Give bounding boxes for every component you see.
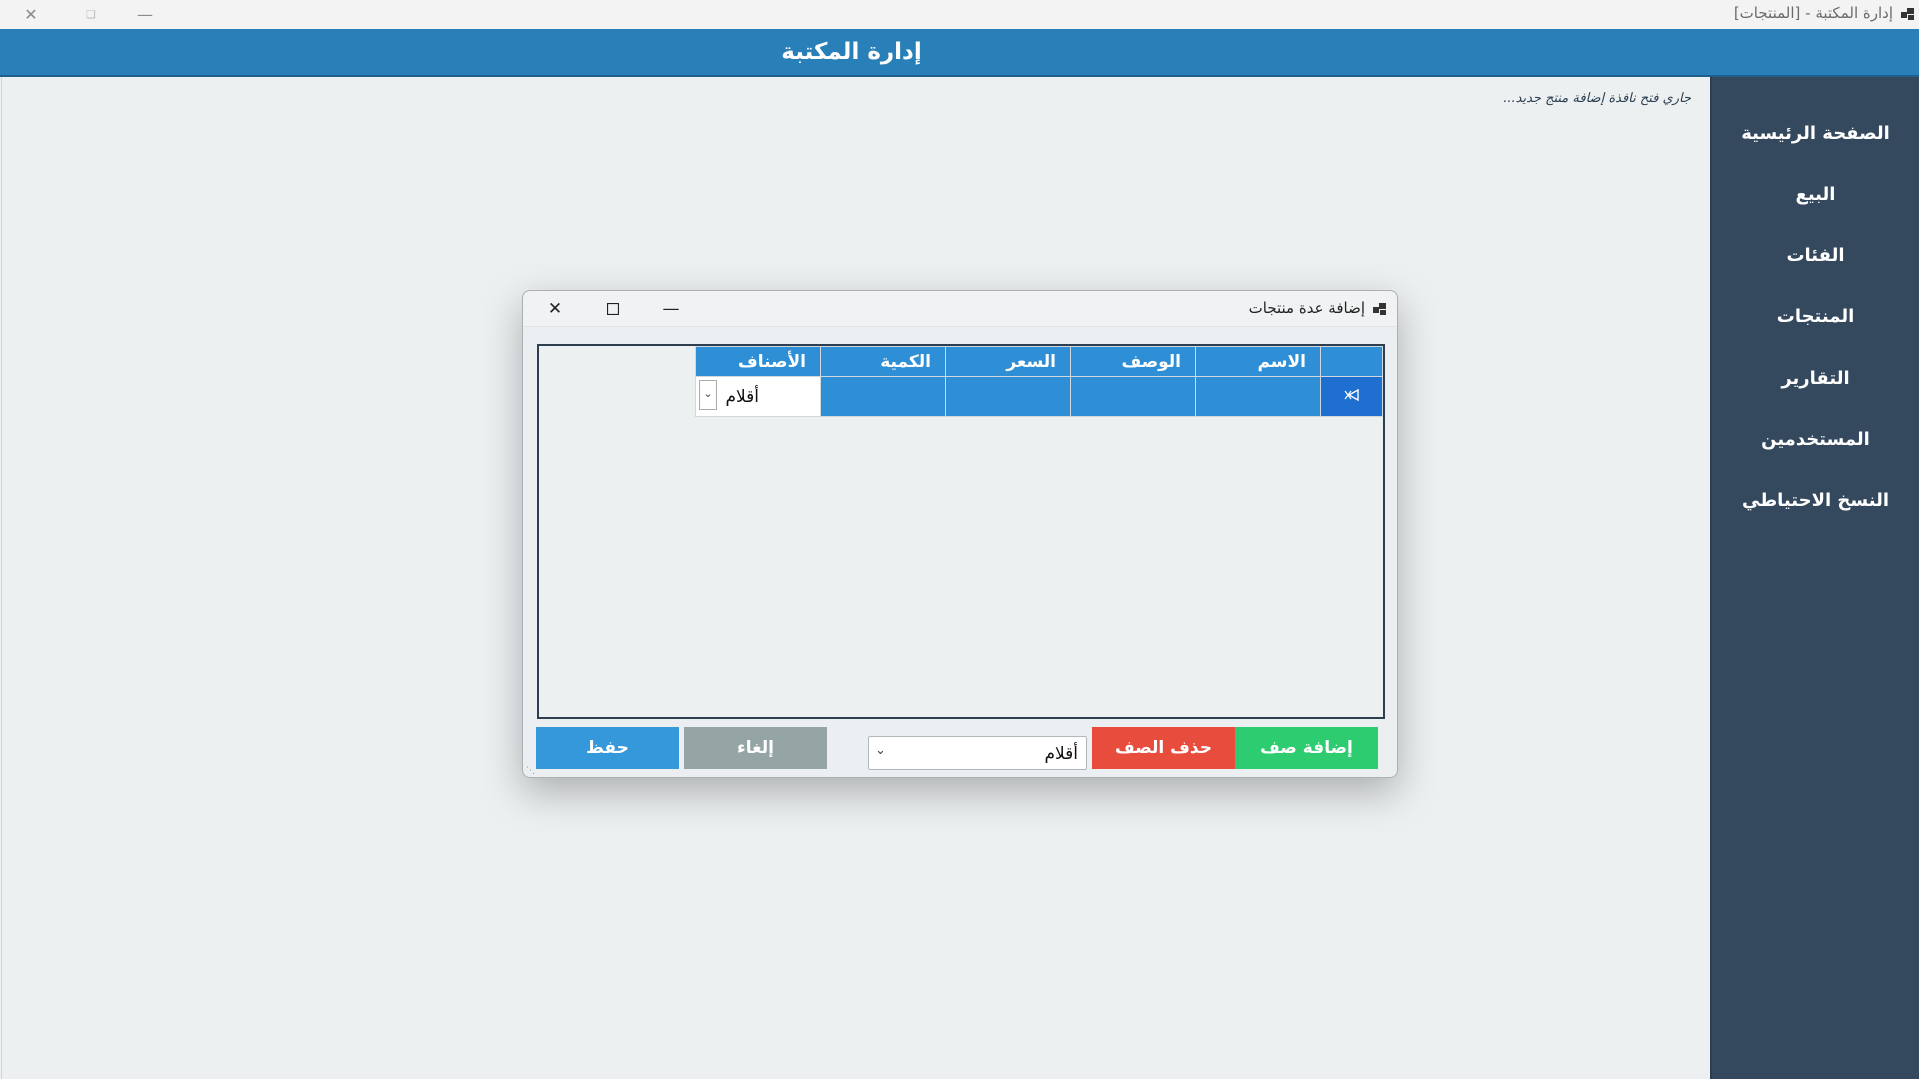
sidebar-item-reports[interactable]: التقارير — [1712, 359, 1919, 399]
category-cell-value: أقلام — [725, 387, 759, 407]
new-row-icon — [1344, 388, 1359, 401]
category-select[interactable]: ⌄ أقلام — [868, 736, 1087, 770]
app-header: إدارة المكتبة — [0, 29, 1919, 77]
window-title: إدارة المكتبة - [المنتجات] — [1733, 4, 1893, 22]
category-cell-dropdown[interactable]: ⌄ أقلام — [698, 379, 817, 415]
minimize-button[interactable]: — — [122, 0, 168, 29]
cell-description[interactable] — [1070, 376, 1196, 417]
dialog-maximize-button[interactable] — [590, 293, 636, 325]
close-icon: ✕ — [24, 5, 38, 24]
add-products-dialog: إضافة عدة منتجات — ✕ الأصناف الكمية السع… — [522, 290, 1398, 778]
sidebar-item-backup[interactable]: النسخ الاحتياطي — [1712, 481, 1919, 521]
app-icon — [1901, 8, 1914, 20]
status-text: جاري فتح نافذة إضافة منتج جديد... — [1503, 91, 1691, 106]
cell-category[interactable]: ⌄ أقلام — [695, 376, 821, 417]
header-title: إدارة المكتبة — [781, 39, 922, 65]
cell-quantity[interactable] — [820, 376, 946, 417]
restore-button[interactable]: ❏ — [68, 0, 114, 29]
products-table: الأصناف الكمية السعر الوصف الاسم ⌄ أقلام — [695, 346, 1383, 417]
table-row[interactable]: ⌄ أقلام — [695, 376, 1383, 417]
cell-name[interactable] — [1195, 376, 1321, 417]
maximize-icon — [607, 303, 619, 315]
delete-row-button[interactable]: حذف الصف — [1092, 727, 1235, 769]
chevron-down-icon: ⌄ — [875, 743, 886, 758]
row-header-new-row[interactable] — [1320, 376, 1383, 417]
sidebar-item-categories[interactable]: الفئات — [1712, 236, 1919, 276]
column-header-description[interactable]: الوصف — [1070, 346, 1196, 377]
column-header-category[interactable]: الأصناف — [695, 346, 821, 377]
category-select-value: أقلام — [1044, 744, 1078, 764]
dialog-titlebar: إضافة عدة منتجات — ✕ — [523, 291, 1397, 327]
sidebar-item-users[interactable]: المستخدمين — [1712, 420, 1919, 460]
resize-grip-icon[interactable]: ⋱ — [526, 766, 536, 776]
dialog-minimize-button[interactable]: — — [648, 293, 694, 325]
add-row-button[interactable]: إضافة صف — [1235, 727, 1378, 769]
close-icon: ✕ — [547, 299, 563, 319]
cell-price[interactable] — [945, 376, 1071, 417]
save-button[interactable]: حفظ — [536, 727, 679, 769]
row-header-corner — [1320, 346, 1383, 377]
sidebar-item-sales[interactable]: البيع — [1712, 175, 1919, 215]
minimize-icon: — — [137, 5, 153, 24]
column-header-name[interactable]: الاسم — [1195, 346, 1321, 377]
products-grid[interactable]: الأصناف الكمية السعر الوصف الاسم ⌄ أقلام — [537, 344, 1385, 719]
chevron-down-icon[interactable]: ⌄ — [699, 380, 717, 410]
dialog-title: إضافة عدة منتجات — [1248, 299, 1365, 317]
sidebar-item-products[interactable]: المنتجات — [1712, 297, 1919, 337]
sidebar-item-home[interactable]: الصفحة الرئيسية — [1712, 114, 1919, 154]
dialog-app-icon — [1373, 303, 1386, 315]
dialog-close-button[interactable]: ✕ — [532, 293, 578, 325]
close-button[interactable]: ✕ — [8, 0, 54, 29]
window-titlebar: إدارة المكتبة - [المنتجات] — ❏ ✕ — [0, 0, 1919, 29]
restore-icon: ❏ — [86, 8, 96, 21]
cancel-button[interactable]: إلغاء — [684, 727, 827, 769]
column-header-price[interactable]: السعر — [945, 346, 1071, 377]
minimize-icon: — — [662, 299, 680, 319]
column-header-quantity[interactable]: الكمية — [820, 346, 946, 377]
sidebar: الصفحة الرئيسية البيع الفئات المنتجات ال… — [1710, 77, 1919, 1079]
